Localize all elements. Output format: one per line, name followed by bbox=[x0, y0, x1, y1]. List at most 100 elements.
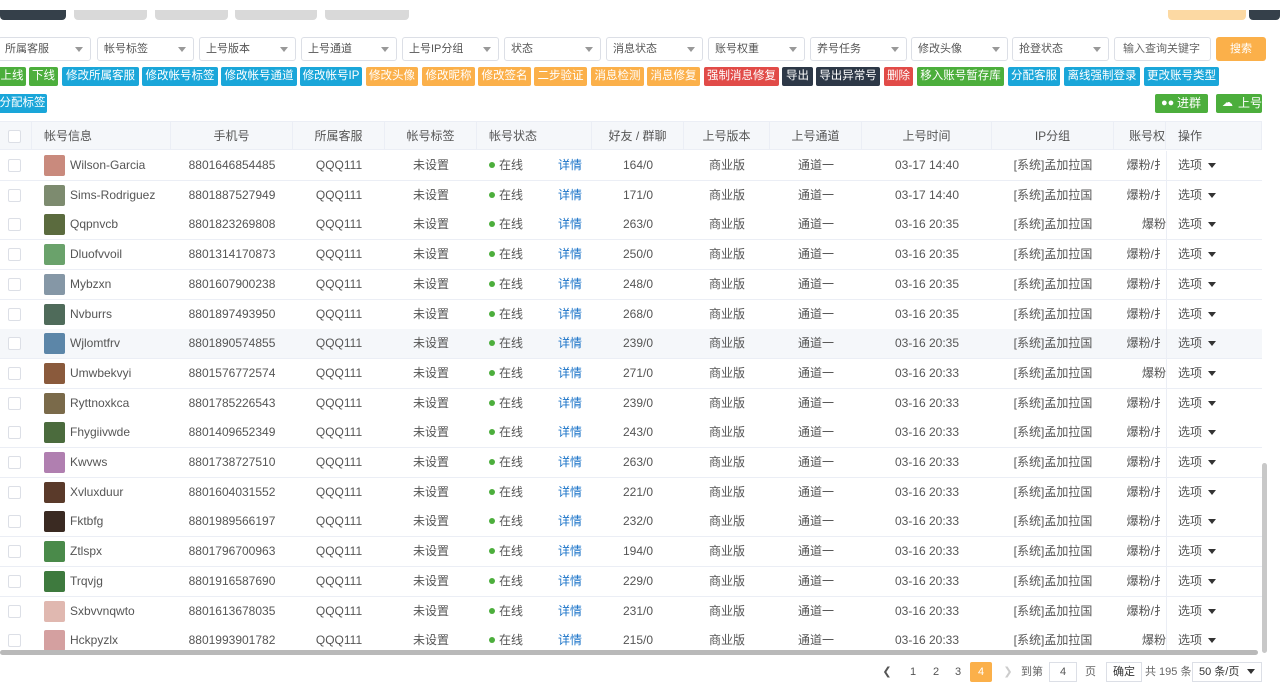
options-dropdown[interactable]: 选项 bbox=[1178, 210, 1217, 239]
page-link[interactable]: 1 bbox=[902, 662, 924, 682]
export-abnormal-button[interactable]: 导出异常号 bbox=[816, 67, 880, 86]
detail-link[interactable]: 详情 bbox=[556, 389, 584, 418]
row-checkbox[interactable] bbox=[8, 545, 21, 559]
join-group-button[interactable]: ●● 进群 bbox=[1155, 94, 1208, 113]
detail-link[interactable]: 详情 bbox=[556, 210, 584, 239]
row-checkbox[interactable] bbox=[8, 366, 21, 380]
row-checkbox[interactable] bbox=[8, 307, 21, 321]
edit-customer-button[interactable]: 修改所属客服 bbox=[62, 67, 139, 86]
row-checkbox[interactable] bbox=[8, 456, 21, 469]
options-dropdown[interactable]: 选项 bbox=[1178, 329, 1217, 358]
horizontal-scrollbar[interactable] bbox=[0, 650, 1258, 655]
header-select-all[interactable] bbox=[0, 122, 32, 150]
options-dropdown[interactable]: 选项 bbox=[1178, 389, 1217, 418]
filter-weight[interactable]: 账号权重 bbox=[708, 37, 805, 61]
table-row[interactable]: Sxbvvnqwto 8801613678035 QQQ111 未设置 在线 详情 231/… bbox=[0, 596, 1262, 627]
filter-customer[interactable]: 所属客服 bbox=[0, 37, 91, 61]
detail-link[interactable]: 详情 bbox=[556, 626, 584, 653]
options-dropdown[interactable]: 选项 bbox=[1178, 359, 1217, 388]
upload-button[interactable]: ☁ 上号 bbox=[1216, 94, 1262, 113]
edit-tag-button[interactable]: 修改帐号标签 bbox=[142, 67, 218, 86]
detail-link[interactable]: 详情 bbox=[556, 359, 584, 388]
table-row[interactable]: Hckpyzlx 8801993901782 QQQ111 未设置 在线 详情 215/0 商… bbox=[0, 626, 1262, 653]
goto-page-input[interactable]: 4 bbox=[1049, 662, 1077, 682]
table-row[interactable]: Fhygiivwde 8801409652349 QQQ111 未设置 在线 详情 243/… bbox=[0, 418, 1262, 449]
options-dropdown[interactable]: 选项 bbox=[1178, 270, 1217, 299]
detail-link[interactable]: 详情 bbox=[556, 240, 584, 269]
table-row[interactable]: Xvluxduur 8801604031552 QQQ111 未设置 在线 详情 221/0… bbox=[0, 477, 1262, 508]
change-type-button[interactable]: 更改账号类型 bbox=[1144, 67, 1219, 86]
tab-pill[interactable] bbox=[74, 10, 147, 20]
filter-channel[interactable]: 上号通道 bbox=[301, 37, 397, 61]
table-row[interactable]: Nvburrs 8801897493950 QQQ111 未设置 在线 详情 268/0 商业… bbox=[0, 299, 1262, 330]
detail-link[interactable]: 详情 bbox=[556, 151, 584, 180]
edit-signature-button[interactable]: 修改签名 bbox=[478, 67, 531, 86]
filter-msg-status[interactable]: 消息状态 bbox=[606, 37, 703, 61]
row-checkbox[interactable] bbox=[8, 634, 21, 648]
search-input[interactable]: 输入查询关键字 bbox=[1114, 37, 1211, 61]
detail-link[interactable]: 详情 bbox=[556, 418, 584, 447]
msg-repair-button[interactable]: 消息修复 bbox=[647, 67, 700, 86]
page-size-select[interactable]: 50 条/页 bbox=[1192, 662, 1262, 682]
edit-nickname-button[interactable]: 修改昵称 bbox=[422, 67, 475, 86]
filter-ip-group[interactable]: 上号IP分组 bbox=[402, 37, 499, 61]
options-dropdown[interactable]: 选项 bbox=[1178, 448, 1217, 477]
offline-force-button[interactable]: 离线强制登录 bbox=[1064, 67, 1140, 86]
table-row[interactable]: Ryttnoxkca 8801785226543 QQQ111 未设置 在线 详情 239/… bbox=[0, 388, 1262, 419]
export-button[interactable]: 导出 bbox=[782, 67, 813, 86]
next-page-icon[interactable]: ❯ bbox=[997, 662, 1019, 682]
page-link[interactable]: 2 bbox=[925, 662, 947, 682]
options-dropdown[interactable]: 选项 bbox=[1178, 151, 1217, 180]
detail-link[interactable]: 详情 bbox=[556, 300, 584, 329]
row-checkbox[interactable] bbox=[8, 485, 21, 499]
table-row[interactable]: Mybzxn 8801607900238 QQQ111 未设置 在线 详情 248/0 商业版… bbox=[0, 269, 1262, 300]
table-row[interactable]: Wilson-Garcia 8801646854485 QQQ111 未设置 在线 详情 1… bbox=[0, 151, 1262, 181]
force-repair-button[interactable]: 强制消息修复 bbox=[704, 67, 779, 86]
table-row[interactable]: Kwvws 8801738727510 QQQ111 未设置 在线 详情 263/0 商业版 通… bbox=[0, 448, 1262, 478]
table-row[interactable]: Sims-Rodriguez 8801887527949 QQQ111 未设置 在线 详情… bbox=[0, 180, 1262, 211]
assign-tag-button[interactable]: 分配标签 bbox=[0, 94, 47, 113]
assign-customer-button[interactable]: 分配客服 bbox=[1008, 67, 1060, 86]
options-dropdown[interactable]: 选项 bbox=[1178, 478, 1217, 507]
row-checkbox[interactable] bbox=[8, 337, 21, 351]
tab-pill[interactable] bbox=[325, 10, 409, 20]
table-row[interactable]: Wjlomtfrv 8801890574855 QQQ111 未设置 在线 详情 239/0… bbox=[0, 329, 1262, 360]
filter-login-status[interactable]: 抢登状态 bbox=[1012, 37, 1109, 61]
table-row[interactable]: Trqvjg 8801916587690 QQQ111 未设置 在线 详情 229/0 商业版… bbox=[0, 566, 1262, 597]
detail-link[interactable]: 详情 bbox=[556, 478, 584, 507]
detail-link[interactable]: 详情 bbox=[556, 597, 584, 626]
move-storage-button[interactable]: 移入账号暂存库 bbox=[917, 67, 1004, 86]
vertical-scrollbar[interactable] bbox=[1262, 463, 1267, 653]
detail-link[interactable]: 详情 bbox=[556, 537, 584, 566]
options-dropdown[interactable]: 选项 bbox=[1178, 567, 1217, 596]
options-dropdown[interactable]: 选项 bbox=[1178, 507, 1217, 536]
delete-button[interactable]: 删除 bbox=[884, 67, 913, 86]
row-checkbox[interactable] bbox=[8, 248, 21, 262]
options-dropdown[interactable]: 选项 bbox=[1178, 626, 1217, 653]
options-dropdown[interactable]: 选项 bbox=[1178, 181, 1217, 210]
select-all-checkbox[interactable] bbox=[8, 130, 21, 143]
prev-page-icon[interactable]: ❮ bbox=[876, 662, 898, 682]
options-dropdown[interactable]: 选项 bbox=[1178, 597, 1217, 626]
detail-link[interactable]: 详情 bbox=[556, 507, 584, 536]
options-dropdown[interactable]: 选项 bbox=[1178, 240, 1217, 269]
filter-task[interactable]: 养号任务 bbox=[810, 37, 907, 61]
row-checkbox[interactable] bbox=[8, 604, 21, 618]
options-dropdown[interactable]: 选项 bbox=[1178, 418, 1217, 447]
options-dropdown[interactable]: 选项 bbox=[1178, 300, 1217, 329]
detail-link[interactable]: 详情 bbox=[556, 181, 584, 210]
row-checkbox[interactable] bbox=[8, 188, 21, 202]
edit-ip-button[interactable]: 修改帐号IP bbox=[300, 67, 362, 86]
options-dropdown[interactable]: 选项 bbox=[1178, 537, 1217, 566]
page-link-active[interactable]: 4 bbox=[970, 662, 992, 682]
offline-button[interactable]: 下线 bbox=[29, 67, 58, 86]
row-checkbox[interactable] bbox=[8, 426, 21, 440]
row-checkbox[interactable] bbox=[8, 396, 21, 410]
detail-link[interactable]: 详情 bbox=[556, 448, 584, 477]
row-checkbox[interactable] bbox=[8, 574, 21, 588]
tab-pill[interactable] bbox=[0, 10, 66, 20]
filter-tag[interactable]: 帐号标签 bbox=[97, 37, 194, 61]
edit-channel-button[interactable]: 修改帐号通道 bbox=[221, 67, 297, 86]
table-row[interactable]: Dluofvvoil 8801314170873 QQQ111 未设置 在线 详情 250/… bbox=[0, 240, 1262, 271]
edit-avatar-button[interactable]: 修改头像 bbox=[366, 67, 418, 86]
